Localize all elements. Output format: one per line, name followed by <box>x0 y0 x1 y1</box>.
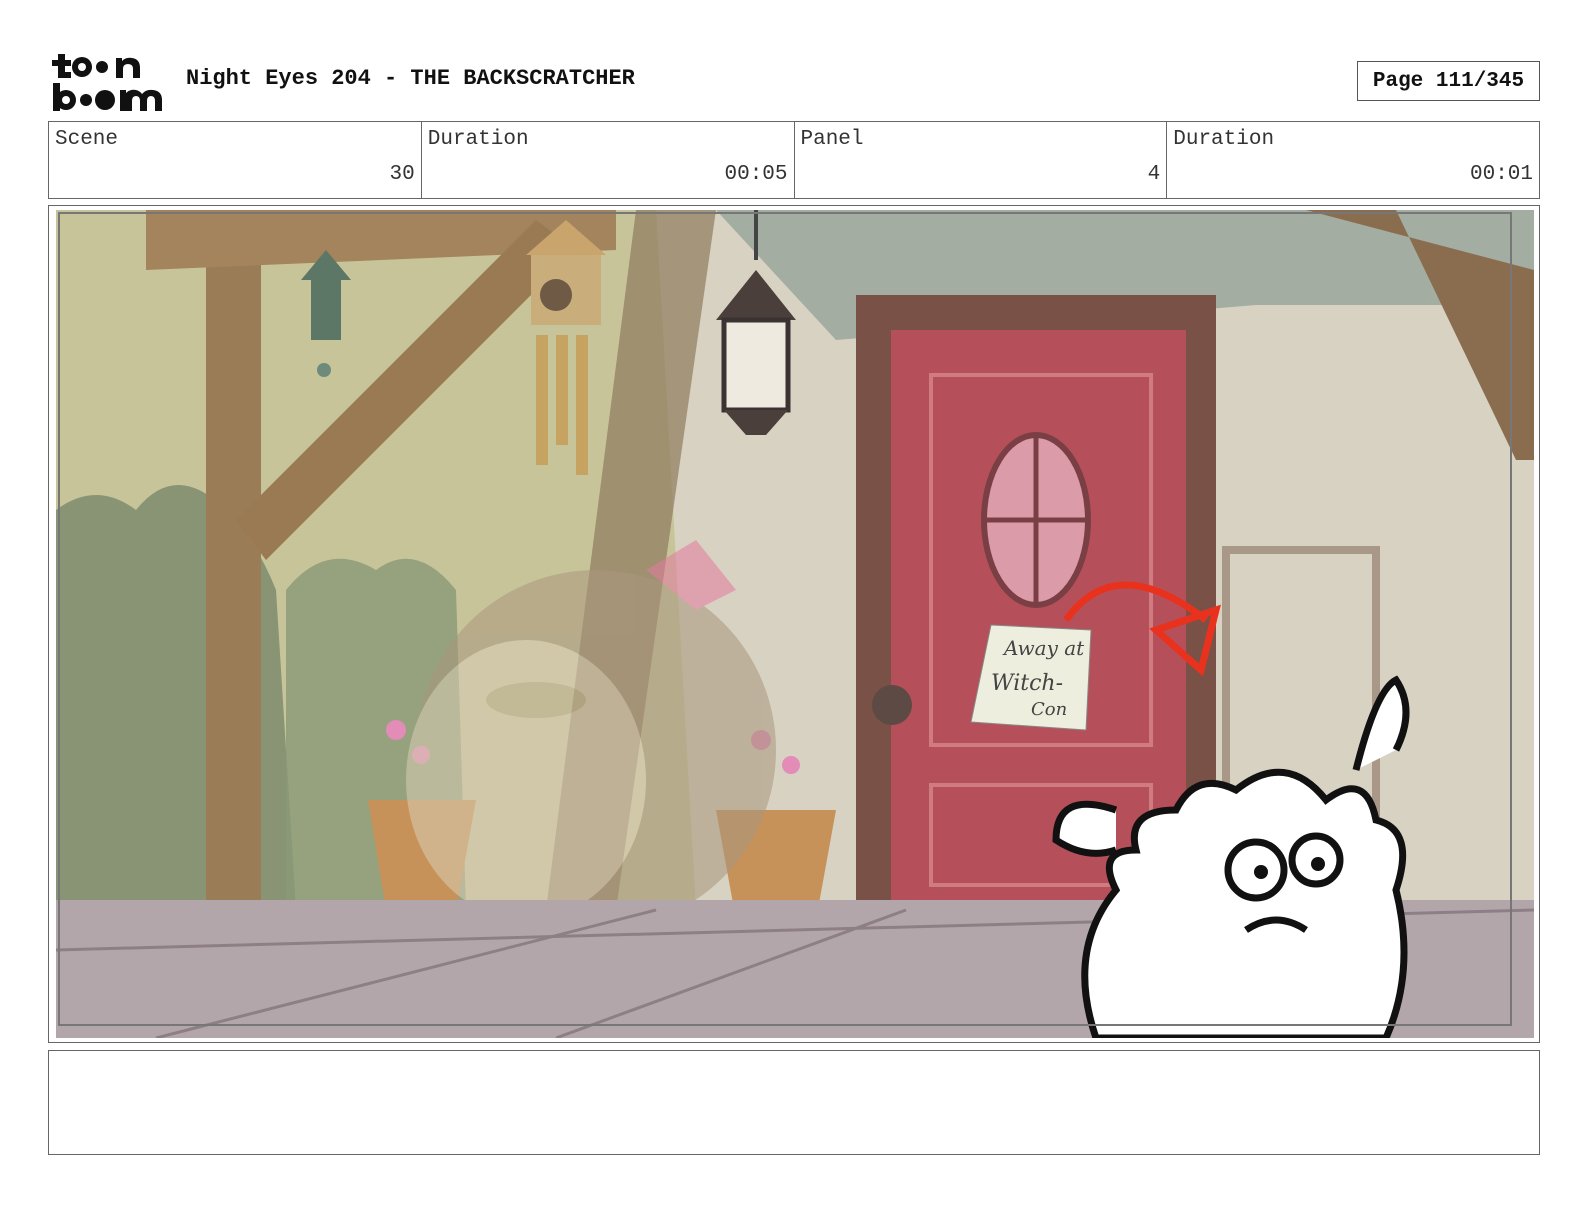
page-number: Page 111/345 <box>1357 61 1540 101</box>
scene-label: Scene <box>55 128 119 151</box>
scene-duration-label: Duration <box>427 128 529 151</box>
storyboard-title: Night Eyes 204 - THE BACKSCRATCHER <box>186 66 635 91</box>
panel-value: 4 <box>1147 163 1161 186</box>
scene-duration-cell: Duration 00:05 <box>422 122 795 198</box>
sign-line-3: Con <box>1031 699 1067 720</box>
scene-value: 30 <box>389 163 415 186</box>
panel-duration-label: Duration <box>1173 128 1275 151</box>
panel-notes-box[interactable] <box>48 1050 1540 1155</box>
sign-line-2: Witch- <box>991 671 1063 696</box>
scene-cell: Scene 30 <box>49 122 422 198</box>
toon-boom-logo <box>50 50 166 112</box>
panel-duration-cell: Duration 00:01 <box>1167 122 1539 198</box>
door-sign: Away at Witch- Con <box>970 624 1092 731</box>
panel-duration-value: 00:01 <box>1469 163 1533 186</box>
sign-line-1: Away at <box>1002 636 1085 660</box>
panel-cell: Panel 4 <box>795 122 1168 198</box>
scene-duration-value: 00:05 <box>724 163 788 186</box>
storyboard-panel-image: Away at Witch- Con <box>56 210 1534 1038</box>
panel-info-row: Scene 30 Duration 00:05 Panel 4 Duration… <box>48 121 1540 199</box>
panel-label: Panel <box>800 128 864 151</box>
